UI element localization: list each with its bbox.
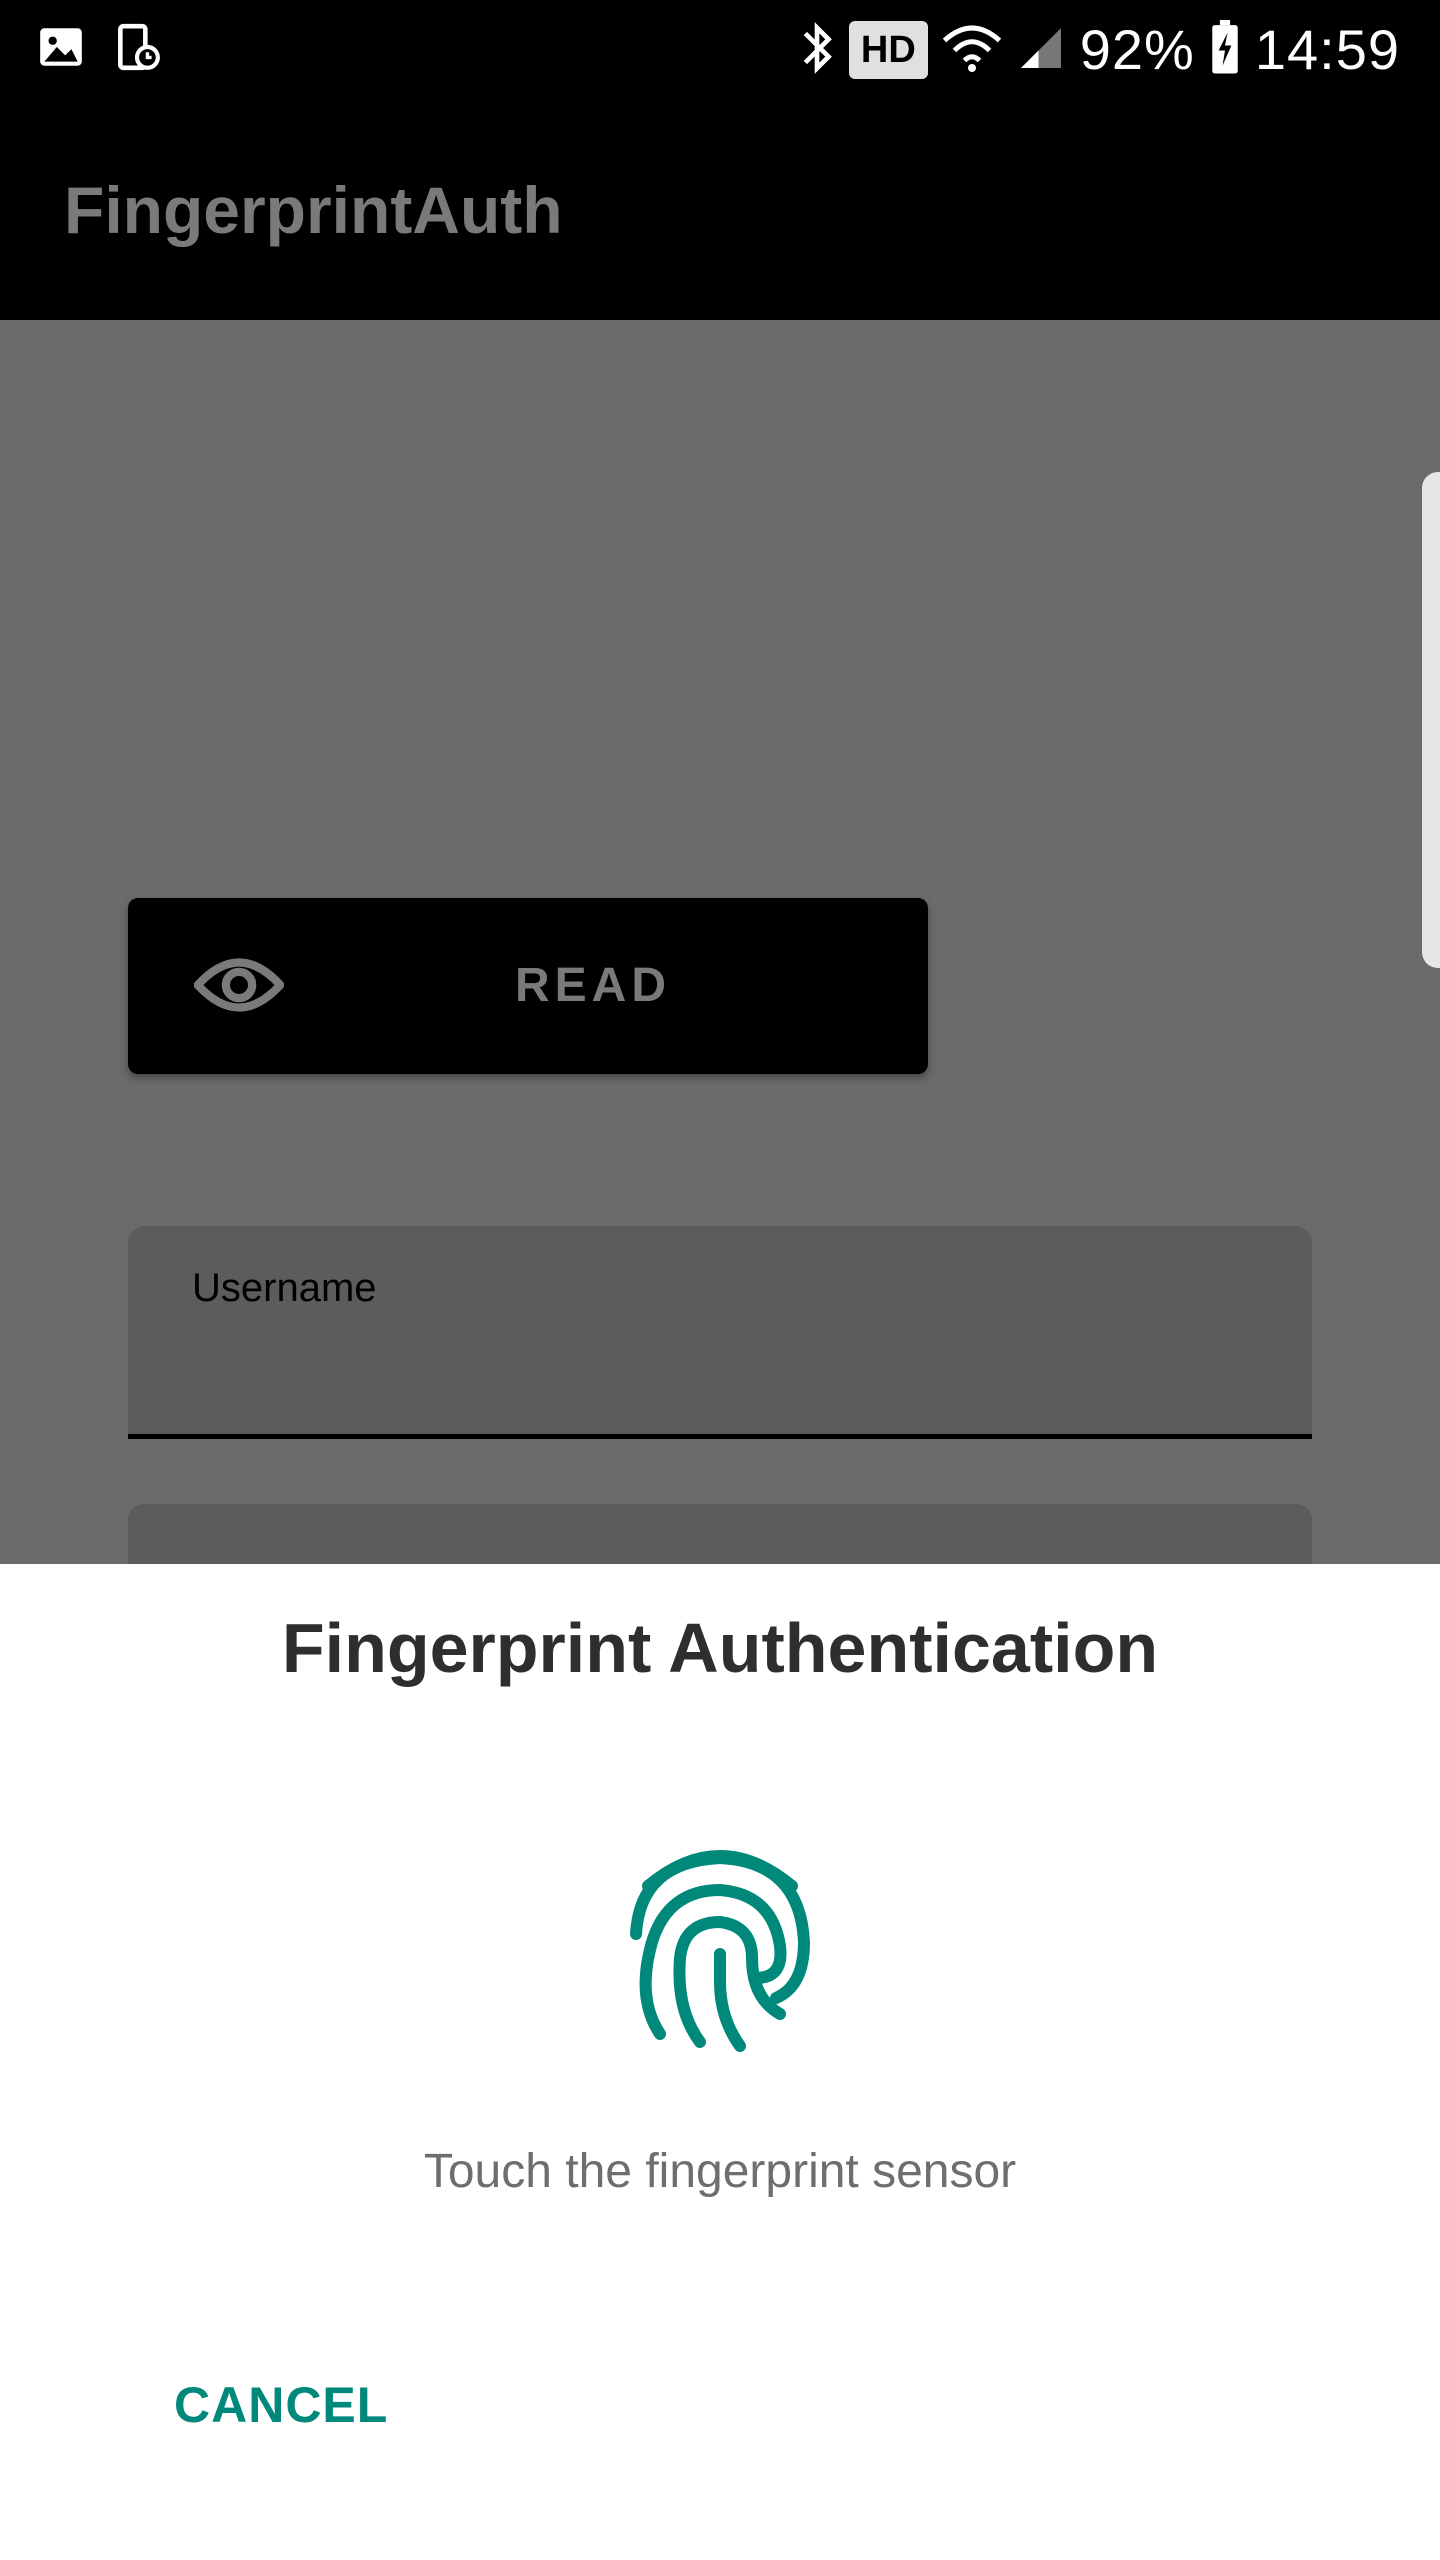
app-bar: FingerprintAuth xyxy=(0,100,1440,320)
read-button-label: READ xyxy=(514,959,671,1012)
dialog-title: Fingerprint Authentication xyxy=(281,1609,1159,1687)
fingerprint-icon xyxy=(620,1838,820,2063)
username-label: Username xyxy=(192,1266,377,1310)
battery-icon xyxy=(1209,19,1241,81)
clock: 14:59 xyxy=(1254,18,1400,81)
screenshot-icon xyxy=(112,22,162,77)
status-bar: HD 92% 14:59 xyxy=(0,0,1440,100)
signal-icon xyxy=(1016,23,1066,78)
gallery-icon xyxy=(36,22,86,77)
read-button[interactable]: READ xyxy=(128,898,928,1074)
wifi-icon xyxy=(942,23,1002,78)
bluetooth-icon xyxy=(799,19,835,82)
fingerprint-dialog: Fingerprint Authentication Touch the fin… xyxy=(0,1564,1440,2560)
hd-badge: HD xyxy=(848,21,928,79)
cancel-button[interactable]: CANCEL xyxy=(150,2364,412,2446)
edge-panel-handle[interactable] xyxy=(1422,472,1440,968)
username-field[interactable]: Username xyxy=(128,1226,1312,1439)
battery-percent: 92% xyxy=(1079,18,1195,81)
dialog-message: Touch the fingerprint sensor xyxy=(423,2145,1017,2198)
app-title: FingerprintAuth xyxy=(64,173,563,247)
password-field[interactable] xyxy=(128,1504,1312,1564)
